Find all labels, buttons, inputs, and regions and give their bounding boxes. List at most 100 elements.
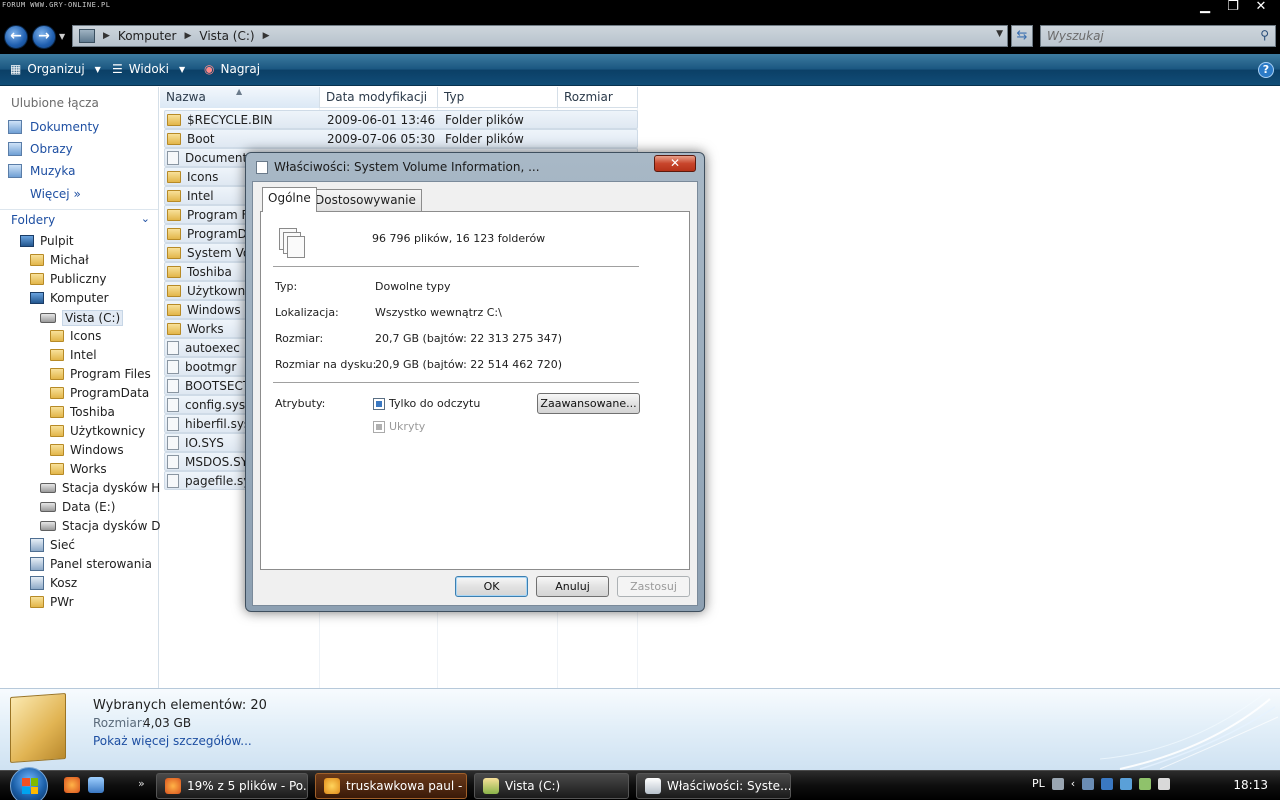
- tree-item[interactable]: Stacja dysków HD: [40, 481, 170, 495]
- tab-customize[interactable]: Dostosowywanie: [309, 189, 422, 211]
- recent-pages-dropdown[interactable]: ▼: [59, 32, 65, 41]
- advanced-button[interactable]: Zaawansowane...: [537, 393, 640, 414]
- folder-icon: [167, 113, 181, 126]
- column-header-type[interactable]: Typ: [438, 87, 558, 108]
- tab-general[interactable]: Ogólne: [262, 187, 317, 212]
- size-value: 20,7 GB (bajtów: 22 313 275 347): [375, 332, 563, 345]
- folder-icon: [167, 303, 181, 316]
- column-header-size[interactable]: Rozmiar: [558, 87, 638, 108]
- tree-item[interactable]: Michał: [30, 253, 89, 267]
- close-button[interactable]: ✕: [1250, 0, 1272, 16]
- ok-button[interactable]: OK: [455, 576, 528, 597]
- double-chevron-icon: »: [73, 187, 81, 201]
- file-icon: [167, 454, 179, 469]
- file-name: Toshiba: [187, 264, 232, 279]
- selection-size-label: Rozmiar:: [93, 716, 146, 730]
- tree-item[interactable]: Works: [50, 462, 107, 476]
- folder-icon: [50, 444, 64, 456]
- checkbox-indeterminate[interactable]: [373, 397, 385, 410]
- tree-item[interactable]: Komputer: [30, 291, 109, 305]
- tree-item[interactable]: Sieć: [30, 538, 75, 552]
- breadcrumb-separator-icon[interactable]: ▶: [263, 31, 270, 41]
- clock[interactable]: 18:13: [1233, 778, 1268, 792]
- computer-icon: [79, 29, 95, 43]
- shortcut-icon: [167, 150, 179, 165]
- refresh-button[interactable]: ⇆: [1011, 25, 1033, 47]
- favorite-link-pictures[interactable]: Obrazy: [8, 142, 73, 156]
- column-header-name[interactable]: ▲ Nazwa: [160, 87, 320, 108]
- views-button[interactable]: ☰ Widoki ▼: [112, 62, 185, 76]
- tree-item[interactable]: Vista (C:): [40, 310, 124, 326]
- taskbar-button-chat[interactable]: truskawkowa paul - ...: [315, 773, 467, 799]
- tree-item[interactable]: Pulpit: [20, 234, 74, 248]
- messenger-quicklaunch-icon[interactable]: [88, 777, 104, 793]
- hidden-checkbox[interactable]: Ukryty: [373, 420, 425, 433]
- folders-header[interactable]: Foldery ⌄: [0, 209, 158, 229]
- organize-button[interactable]: ▦ Organizuj ▼: [10, 62, 101, 76]
- forward-button[interactable]: →: [32, 25, 56, 49]
- apply-button[interactable]: Zastosuj: [617, 576, 690, 597]
- tree-item[interactable]: Kosz: [30, 576, 77, 590]
- tree-item[interactable]: Intel: [50, 348, 97, 362]
- show-more-details-link[interactable]: Pokaż więcej szczegółów...: [93, 734, 252, 748]
- start-button[interactable]: [10, 767, 48, 800]
- tree-item-label: Pulpit: [40, 234, 74, 248]
- search-icon[interactable]: ⚲: [1260, 28, 1269, 42]
- bluetooth-tray-icon[interactable]: [1101, 777, 1114, 790]
- language-indicator[interactable]: PL: [1032, 777, 1045, 790]
- favorite-link-documents[interactable]: Dokumenty: [8, 120, 99, 134]
- tree-item[interactable]: Stacja dysków DVI: [40, 519, 172, 533]
- taskbar-button-properties[interactable]: Właściwości: Syste...: [636, 773, 791, 799]
- folder-icon: [50, 425, 64, 437]
- tree-item[interactable]: Użytkownicy: [50, 424, 145, 438]
- tree-item-label: Użytkownicy: [70, 424, 146, 438]
- tree-item[interactable]: Icons: [50, 329, 101, 343]
- tray-expand-icon[interactable]: ‹: [1071, 777, 1075, 790]
- breadcrumb-separator-icon[interactable]: ▶: [184, 31, 191, 41]
- tree-item[interactable]: Publiczny: [30, 272, 107, 286]
- tree-item[interactable]: ProgramData: [50, 386, 149, 400]
- file-type: Folder plików: [445, 112, 524, 127]
- forward-arrow-icon: →: [38, 28, 50, 44]
- restore-button[interactable]: ❐: [1222, 0, 1244, 16]
- checkbox-indeterminate[interactable]: [373, 420, 385, 433]
- address-dropdown-icon[interactable]: ▼: [996, 29, 1003, 39]
- dialog-file-icon: [256, 161, 268, 174]
- column-header-date[interactable]: Data modyfikacji: [320, 87, 438, 108]
- back-button[interactable]: ←: [4, 25, 28, 49]
- file-row[interactable]: $RECYCLE.BIN 2009-06-01 13:46 Folder plikó…: [164, 110, 638, 129]
- file-name: Intel: [187, 188, 214, 203]
- breadcrumb-drive-c[interactable]: Vista (C:): [199, 29, 254, 43]
- keyboard-icon[interactable]: [1051, 777, 1064, 790]
- quicklaunch-more-icon[interactable]: »: [138, 777, 145, 790]
- tree-item[interactable]: Windows: [50, 443, 124, 457]
- tree-item[interactable]: Panel sterowania: [30, 557, 152, 571]
- cancel-button[interactable]: Anuluj: [536, 576, 609, 597]
- dialog-close-button[interactable]: ✕: [654, 155, 696, 172]
- tree-item-label: Vista (C:): [62, 310, 124, 326]
- help-icon[interactable]: ?: [1258, 62, 1274, 78]
- search-input[interactable]: Wyszukaj ⚲: [1040, 25, 1276, 47]
- taskbar-button-download[interactable]: 19% z 5 plików - Po...: [156, 773, 308, 799]
- firefox-quicklaunch-icon[interactable]: [64, 777, 80, 793]
- tree-item[interactable]: Toshiba: [50, 405, 115, 419]
- breadcrumb-separator-icon[interactable]: ▶: [103, 31, 110, 41]
- tree-item[interactable]: Data (E:): [40, 500, 115, 514]
- readonly-checkbox[interactable]: Tylko do odczytu: [373, 397, 480, 410]
- organize-icon: ▦: [10, 62, 22, 76]
- monitor-tray-icon[interactable]: [1120, 777, 1133, 790]
- system-tray: PL ‹: [1032, 777, 1171, 790]
- favorite-link-music[interactable]: Muzyka: [8, 164, 75, 178]
- minimize-button[interactable]: ▁: [1194, 0, 1216, 16]
- network-tray-icon[interactable]: [1082, 777, 1095, 790]
- address-box[interactable]: ▶ Komputer ▶ Vista (C:) ▶ ▼: [72, 25, 1008, 47]
- tree-item[interactable]: Program Files: [50, 367, 151, 381]
- tree-item[interactable]: PWr: [30, 595, 74, 609]
- battery-tray-icon[interactable]: [1139, 777, 1152, 790]
- more-links[interactable]: Więcej »: [30, 187, 81, 201]
- file-row[interactable]: Boot 2009-07-06 05:30 Folder plików: [164, 129, 638, 148]
- burn-button[interactable]: ◉ Nagraj: [204, 62, 260, 76]
- breadcrumb-computer[interactable]: Komputer: [118, 29, 177, 43]
- volume-tray-icon[interactable]: [1158, 777, 1171, 790]
- taskbar-button-explorer[interactable]: Vista (C:): [474, 773, 629, 799]
